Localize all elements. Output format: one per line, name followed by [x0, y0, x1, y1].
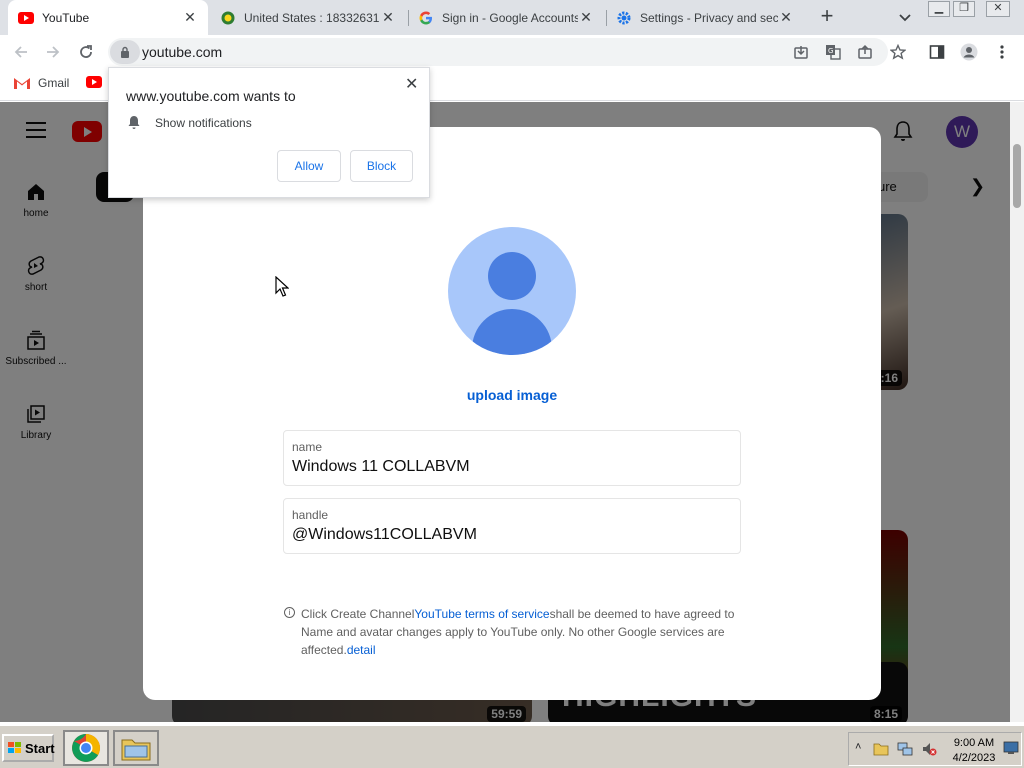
- start-button[interactable]: Start: [2, 734, 55, 762]
- clock[interactable]: 9:00 AM 4/2/2023: [951, 736, 997, 766]
- clock-time: 9:00 AM: [953, 737, 995, 749]
- install-app-icon[interactable]: [792, 43, 810, 61]
- browser-toolbar: youtube.com G: [0, 35, 1024, 69]
- tab-google-signin[interactable]: Sign in - Google Accounts ✕: [408, 0, 604, 35]
- network-icon[interactable]: [897, 741, 913, 760]
- start-label: Start: [25, 740, 55, 756]
- bookmark-label: Gmail: [38, 76, 70, 90]
- prompt-permission-row: Show notifications: [127, 115, 252, 130]
- close-window-button[interactable]: ✕: [986, 1, 1010, 17]
- default-avatar-icon[interactable]: [448, 227, 576, 355]
- side-panel-icon[interactable]: [928, 43, 946, 61]
- terms-prefix: Click Create Channel: [301, 607, 415, 621]
- close-icon[interactable]: ✕: [405, 74, 418, 94]
- arrow-left-icon: [14, 46, 27, 58]
- windows-logo-icon: [8, 742, 22, 754]
- page-scrollbar[interactable]: [1010, 102, 1024, 722]
- handle-field-label: handle: [292, 508, 329, 522]
- profile-icon[interactable]: [960, 43, 978, 61]
- info-icon: i: [284, 607, 295, 618]
- create-channel-dialog: upload image name handle i Click Create …: [143, 127, 881, 700]
- arrow-right-icon: [47, 46, 60, 58]
- prompt-title: www.youtube.com wants to: [126, 88, 296, 104]
- notification-permission-prompt: www.youtube.com wants to ✕ Show notifica…: [108, 67, 430, 198]
- chevron-down-icon[interactable]: [896, 8, 914, 26]
- globe-green-icon: [220, 10, 236, 26]
- name-field-label: name: [292, 440, 323, 454]
- reload-icon: [80, 45, 92, 58]
- name-field[interactable]: name: [283, 430, 741, 486]
- url-text: youtube.com: [142, 44, 223, 60]
- svg-text:G: G: [828, 47, 833, 55]
- tab-title: Settings - Privacy and sec: [640, 10, 778, 25]
- scrollbar-thumb[interactable]: [1013, 144, 1021, 208]
- tab-youtube[interactable]: YouTube ✕: [8, 0, 208, 35]
- lock-icon[interactable]: [110, 40, 140, 64]
- tab-united-states[interactable]: United States : 18332631... ✕: [210, 0, 406, 35]
- block-button[interactable]: Block: [350, 150, 413, 182]
- address-bar[interactable]: youtube.com G: [108, 38, 888, 66]
- tab-title: YouTube: [42, 10, 90, 25]
- bell-icon: [127, 115, 141, 130]
- forward-button[interactable]: [42, 41, 64, 63]
- terms-notice: i Click Create ChannelYouTube terms of s…: [284, 605, 744, 659]
- volume-muted-icon[interactable]: [921, 741, 937, 760]
- taskbar-chrome-app[interactable]: [63, 730, 109, 766]
- bookmark-gmail[interactable]: Gmail: [14, 76, 69, 90]
- tab-title: United States : 18332631...: [244, 10, 380, 25]
- translate-icon[interactable]: G: [824, 43, 842, 61]
- restore-button[interactable]: ❐: [953, 1, 975, 17]
- name-input[interactable]: [292, 458, 732, 476]
- youtube-icon: [18, 10, 34, 26]
- settings-gear-icon: [616, 10, 632, 26]
- terms-of-service-link[interactable]: YouTube terms of service: [414, 607, 549, 621]
- google-g-icon: [418, 10, 434, 26]
- chevron-up-icon[interactable]: ˄: [855, 741, 861, 753]
- chrome-icon: [71, 733, 101, 763]
- close-tab-icon[interactable]: ✕: [778, 9, 794, 26]
- youtube-icon: [86, 76, 102, 88]
- mouse-cursor-icon: [275, 275, 290, 298]
- upload-image-link[interactable]: upload image: [143, 387, 881, 403]
- allow-button[interactable]: Allow: [277, 150, 341, 182]
- handle-field[interactable]: handle: [283, 498, 741, 554]
- taskbar: Start ˄ 9:00 AM 4/2/2023: [0, 724, 1024, 768]
- close-tab-icon[interactable]: ✕: [182, 9, 198, 26]
- handle-input[interactable]: [292, 526, 732, 544]
- gmail-icon: [14, 77, 30, 89]
- tab-strip: YouTube ✕ United States : 18332631... ✕ …: [0, 0, 1024, 35]
- new-tab-button[interactable]: +: [816, 5, 838, 28]
- reload-button[interactable]: [75, 41, 97, 63]
- system-tray: ˄ 9:00 AM 4/2/2023: [848, 732, 1022, 766]
- kebab-menu-icon[interactable]: [993, 43, 1011, 61]
- folder-icon: [120, 734, 152, 762]
- close-tab-icon[interactable]: ✕: [578, 9, 594, 26]
- close-tab-icon[interactable]: ✕: [380, 9, 396, 26]
- bookmark-star-icon[interactable]: [889, 43, 907, 61]
- back-button[interactable]: [10, 41, 32, 63]
- detail-link[interactable]: detail: [347, 643, 376, 657]
- show-desktop-icon[interactable]: [1003, 741, 1019, 758]
- clock-date: 4/2/2023: [952, 752, 996, 764]
- tray-folder-icon[interactable]: [873, 741, 889, 760]
- taskbar-explorer-app[interactable]: [113, 730, 159, 766]
- share-icon[interactable]: [856, 43, 874, 61]
- minimize-button[interactable]: ▁: [928, 1, 950, 17]
- prompt-permission-label: Show notifications: [155, 115, 252, 130]
- tab-settings[interactable]: Settings - Privacy and sec ✕: [606, 0, 804, 35]
- bookmark-youtube[interactable]: [86, 76, 102, 88]
- tab-title: Sign in - Google Accounts: [442, 10, 578, 25]
